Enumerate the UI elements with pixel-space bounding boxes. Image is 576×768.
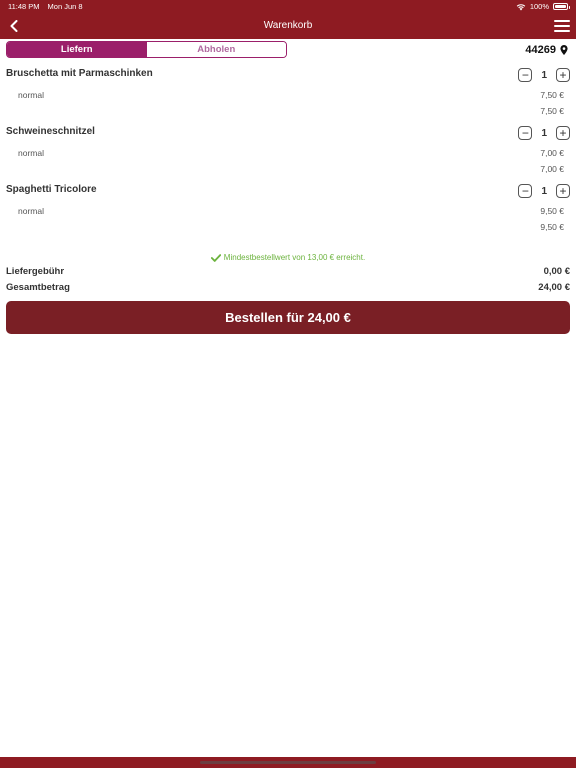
item-quantity: 1 xyxy=(541,127,547,139)
quantity-stepper: − 1 + xyxy=(518,126,570,140)
checkmark-icon xyxy=(210,253,221,262)
map-pin-icon xyxy=(560,45,568,55)
minimum-order-text: Mindestbestellwert von 13,00 € erreicht. xyxy=(223,253,366,262)
item-total: 9,50 € xyxy=(540,222,564,232)
status-bar: 11:48 PM Mon Jun 8 100% xyxy=(0,0,576,13)
increase-quantity-button[interactable]: + xyxy=(556,126,570,140)
back-button[interactable] xyxy=(6,17,22,35)
quantity-stepper: − 1 + xyxy=(518,68,570,82)
item-variant: normal xyxy=(18,148,44,158)
menu-button[interactable] xyxy=(553,18,571,34)
delivery-fee-label: Liefergebühr xyxy=(6,266,65,277)
item-variant: normal xyxy=(18,90,44,100)
total-value: 24,00 € xyxy=(538,282,570,293)
tab-deliver[interactable]: Liefern xyxy=(7,42,147,57)
quantity-stepper: − 1 + xyxy=(518,184,570,198)
item-total: 7,00 € xyxy=(540,164,564,174)
decrease-quantity-button[interactable]: − xyxy=(518,184,533,198)
bottom-bar xyxy=(0,757,576,768)
home-indicator[interactable] xyxy=(200,761,376,764)
total-label: Gesamtbetrag xyxy=(6,282,70,293)
place-order-button[interactable]: Bestellen für 24,00 € xyxy=(6,301,570,334)
item-name: Schweineschnitzel xyxy=(6,126,95,137)
delivery-mode-toggle: Liefern Abholen xyxy=(6,41,287,58)
item-name: Spaghetti Tricolore xyxy=(6,184,97,195)
status-time: 11:48 PM xyxy=(8,2,40,11)
postal-code: 44269 xyxy=(525,44,556,56)
decrease-quantity-button[interactable]: − xyxy=(518,126,533,140)
item-name: Bruschetta mit Parmaschinken xyxy=(6,68,153,79)
wifi-icon xyxy=(516,3,526,10)
minimum-order-notice: Mindestbestellwert von 13,00 € erreicht. xyxy=(0,253,576,262)
increase-quantity-button[interactable]: + xyxy=(556,68,570,82)
decrease-quantity-button[interactable]: − xyxy=(518,68,533,82)
item-variant-price: 7,50 € xyxy=(540,90,564,100)
increase-quantity-button[interactable]: + xyxy=(556,184,570,198)
chevron-left-icon xyxy=(10,20,18,32)
battery-icon xyxy=(553,3,570,10)
battery-percent: 100% xyxy=(529,2,549,11)
item-total: 7,50 € xyxy=(540,106,564,116)
delivery-fee-row: Liefergebühr 0,00 € xyxy=(6,266,570,277)
hamburger-menu-icon xyxy=(554,20,570,32)
item-variant-price: 9,50 € xyxy=(540,206,564,216)
tab-pickup[interactable]: Abholen xyxy=(146,42,286,57)
delivery-fee-value: 0,00 € xyxy=(543,266,570,277)
status-date: Mon Jun 8 xyxy=(47,2,83,11)
postal-code-selector[interactable]: 44269 xyxy=(525,42,568,58)
item-variant: normal xyxy=(18,206,44,216)
item-quantity: 1 xyxy=(541,185,547,197)
page-title: Warenkorb xyxy=(263,20,313,31)
nav-bar: Warenkorb xyxy=(0,13,576,39)
item-variant-price: 7,00 € xyxy=(540,148,564,158)
total-row: Gesamtbetrag 24,00 € xyxy=(6,282,570,293)
item-quantity: 1 xyxy=(541,69,547,81)
